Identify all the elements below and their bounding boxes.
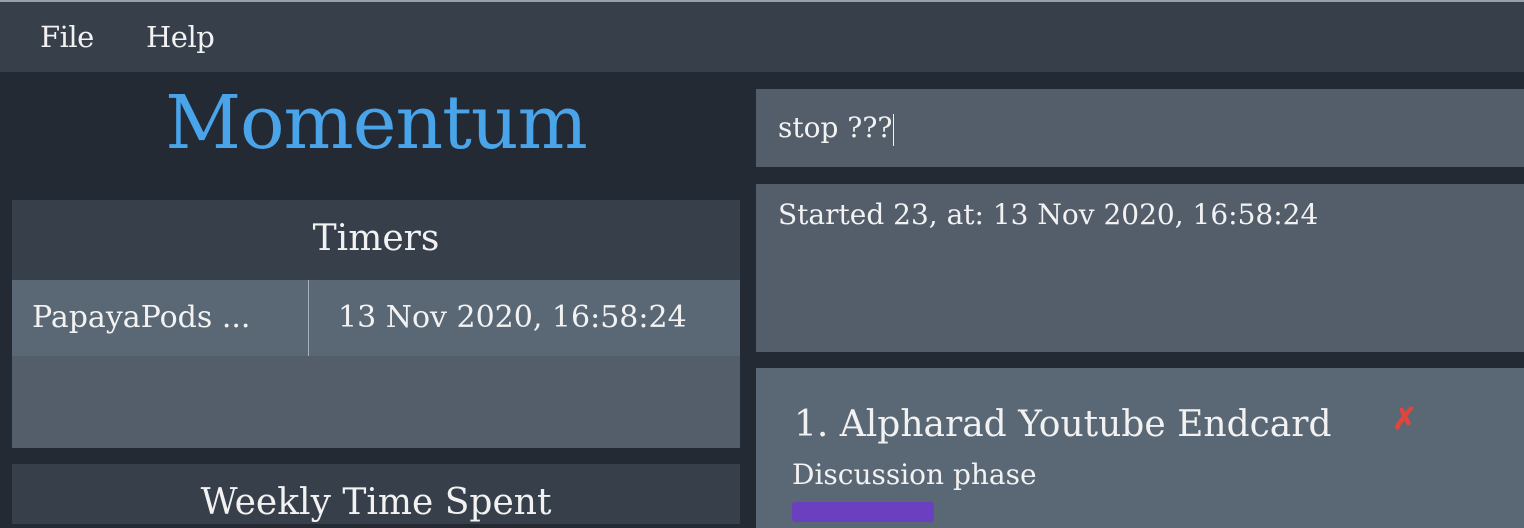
weekly-time-panel: Weekly Time Spent [12, 464, 740, 524]
command-value: stop ??? [778, 111, 893, 144]
app-title: Momentum [165, 80, 588, 166]
cross-mark-icon: ✗ [1392, 402, 1418, 437]
menu-file[interactable]: File [40, 20, 94, 54]
project-title: 1. Alpharad Youtube Endcard [794, 404, 1332, 445]
command-text: stop ??? [778, 111, 895, 146]
project-description: Discussion phase [792, 458, 1037, 491]
project-list[interactable]: 1. Alpharad Youtube Endcard ✗ Discussion… [756, 368, 1524, 528]
result-message: Started 23, at: 13 Nov 2020, 16:58:24 [778, 198, 1319, 231]
timer-project-name: PapayaPods ... [32, 300, 251, 335]
result-display: Started 23, at: 13 Nov 2020, 16:58:24 [756, 184, 1524, 352]
menu-bar: File Help [0, 0, 1524, 72]
timers-header: Timers [12, 200, 740, 280]
text-caret [893, 113, 895, 146]
timer-row[interactable]: PapayaPods ... 13 Nov 2020, 16:58:24 [12, 280, 740, 356]
timers-panel: Timers PapayaPods ... 13 Nov 2020, 16:58… [12, 200, 740, 448]
weekly-title: Weekly Time Spent [200, 482, 552, 523]
command-input[interactable]: stop ??? [756, 89, 1524, 167]
menu-help[interactable]: Help [146, 20, 215, 54]
project-tag [792, 502, 934, 522]
timers-title: Timers [312, 218, 440, 259]
timer-column-divider [308, 280, 309, 356]
timer-start-time: 13 Nov 2020, 16:58:24 [338, 300, 687, 335]
